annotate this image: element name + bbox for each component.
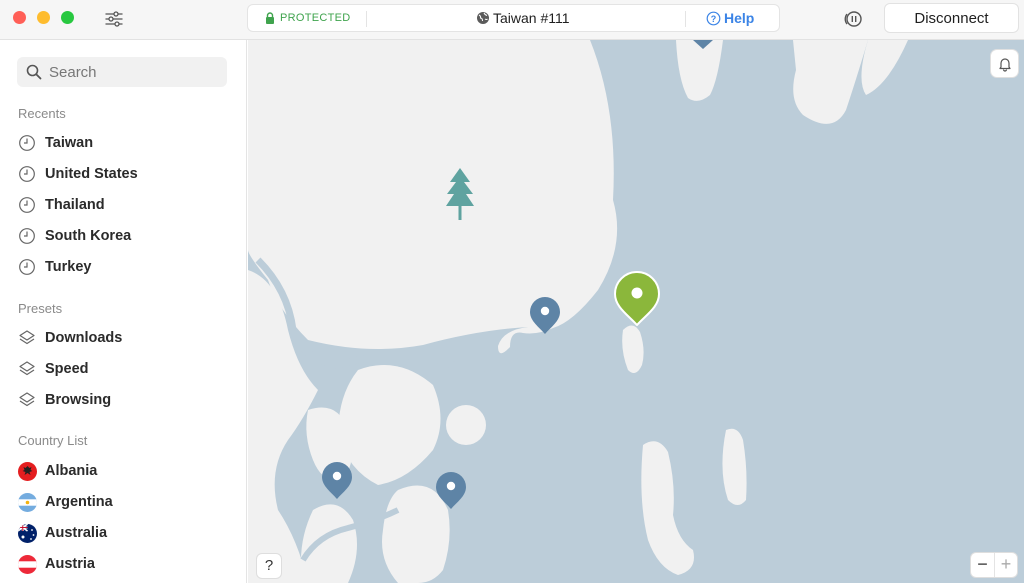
recent-item-thailand[interactable]: Thailand: [17, 193, 237, 217]
clock-icon: [17, 164, 37, 184]
server-pin-icon[interactable]: [528, 295, 562, 335]
recent-item-label: Taiwan: [45, 135, 94, 151]
help-circle-icon: ?: [706, 11, 721, 25]
search-icon: [26, 64, 42, 80]
layers-icon: [17, 359, 37, 379]
disconnect-button[interactable]: Disconnect: [884, 3, 1019, 33]
lock-icon: [266, 12, 274, 24]
preset-item-browsing[interactable]: Browsing: [17, 388, 237, 412]
preset-item-label: Browsing: [45, 392, 112, 408]
country-item-austria[interactable]: Austria: [17, 552, 237, 576]
divider: [685, 11, 686, 27]
map-help-button[interactable]: ?: [257, 554, 281, 578]
albania-flag-icon: [17, 461, 37, 481]
server-pin-icon[interactable]: [434, 470, 468, 510]
notifications-bell-icon[interactable]: [991, 50, 1018, 77]
pause-connection-icon[interactable]: [842, 8, 864, 30]
country-item-label: Australia: [45, 525, 108, 541]
austria-flag-icon: [17, 554, 37, 574]
country-item-australia[interactable]: Australia: [17, 521, 237, 545]
preset-item-label: Downloads: [45, 330, 123, 346]
argentina-flag-icon: [17, 492, 37, 512]
close-window-button[interactable]: [13, 11, 26, 24]
divider: [366, 11, 367, 27]
country-item-label: Albania: [45, 463, 98, 479]
settings-sliders-icon[interactable]: [104, 9, 124, 29]
server-pin-icon[interactable]: [691, 40, 715, 50]
protected-label: PROTECTED: [280, 12, 351, 24]
layers-icon: [17, 328, 37, 348]
search-box[interactable]: [17, 57, 227, 87]
country-item-argentina[interactable]: Argentina: [17, 490, 237, 514]
clock-icon: [17, 226, 37, 246]
search-input[interactable]: [49, 61, 219, 83]
country-item-label: Argentina: [45, 494, 113, 510]
recent-item-turkey[interactable]: Turkey: [17, 255, 237, 279]
preset-item-label: Speed: [45, 361, 89, 377]
recents-heading: Recents: [18, 106, 66, 121]
layers-icon: [17, 390, 37, 410]
clock-icon: [17, 257, 37, 277]
help-button[interactable]: ? Help: [706, 10, 754, 26]
title-bar: PROTECTED Taiwan #111 ? Help Disconnect: [0, 0, 1024, 40]
recent-item-taiwan[interactable]: Taiwan: [17, 131, 237, 155]
recent-item-label: United States: [45, 166, 138, 182]
zoom-controls: − +: [971, 553, 1017, 577]
clock-icon: [17, 195, 37, 215]
current-server[interactable]: Taiwan #111: [476, 10, 570, 26]
minimize-window-button[interactable]: [37, 11, 50, 24]
presets-heading: Presets: [18, 301, 63, 316]
clock-icon: [17, 133, 37, 153]
vpn-app-window: PROTECTED Taiwan #111 ? Help Disconnect …: [0, 0, 1024, 583]
preset-item-speed[interactable]: Speed: [17, 357, 237, 381]
globe-icon: [477, 12, 489, 24]
zoom-in-button[interactable]: +: [994, 553, 1017, 577]
server-map[interactable]: ? − +: [248, 40, 1024, 583]
australia-flag-icon: [17, 523, 37, 543]
recent-item-label: Thailand: [45, 197, 105, 213]
preset-item-downloads[interactable]: Downloads: [17, 326, 237, 350]
sidebar: Recents Taiwan United States Thailand So…: [0, 40, 247, 583]
country-list-heading: Country List: [18, 433, 88, 448]
server-name: Taiwan #111: [493, 10, 570, 26]
protected-status: PROTECTED: [265, 12, 351, 24]
recent-item-label: South Korea: [45, 228, 132, 244]
zoom-out-button[interactable]: −: [971, 553, 994, 577]
recent-item-south-korea[interactable]: South Korea: [17, 224, 237, 248]
connected-server-pin-icon[interactable]: [613, 270, 661, 326]
zoom-window-button[interactable]: [61, 11, 74, 24]
country-item-label: Austria: [45, 556, 95, 572]
svg-text:?: ?: [711, 14, 717, 24]
help-label: Help: [724, 10, 755, 26]
server-pin-icon[interactable]: [320, 460, 354, 500]
country-item-albania[interactable]: Albania: [17, 459, 237, 483]
recent-item-label: Turkey: [45, 259, 92, 275]
recent-item-united-states[interactable]: United States: [17, 162, 237, 186]
connection-status-bar: PROTECTED Taiwan #111 ? Help: [247, 4, 780, 32]
